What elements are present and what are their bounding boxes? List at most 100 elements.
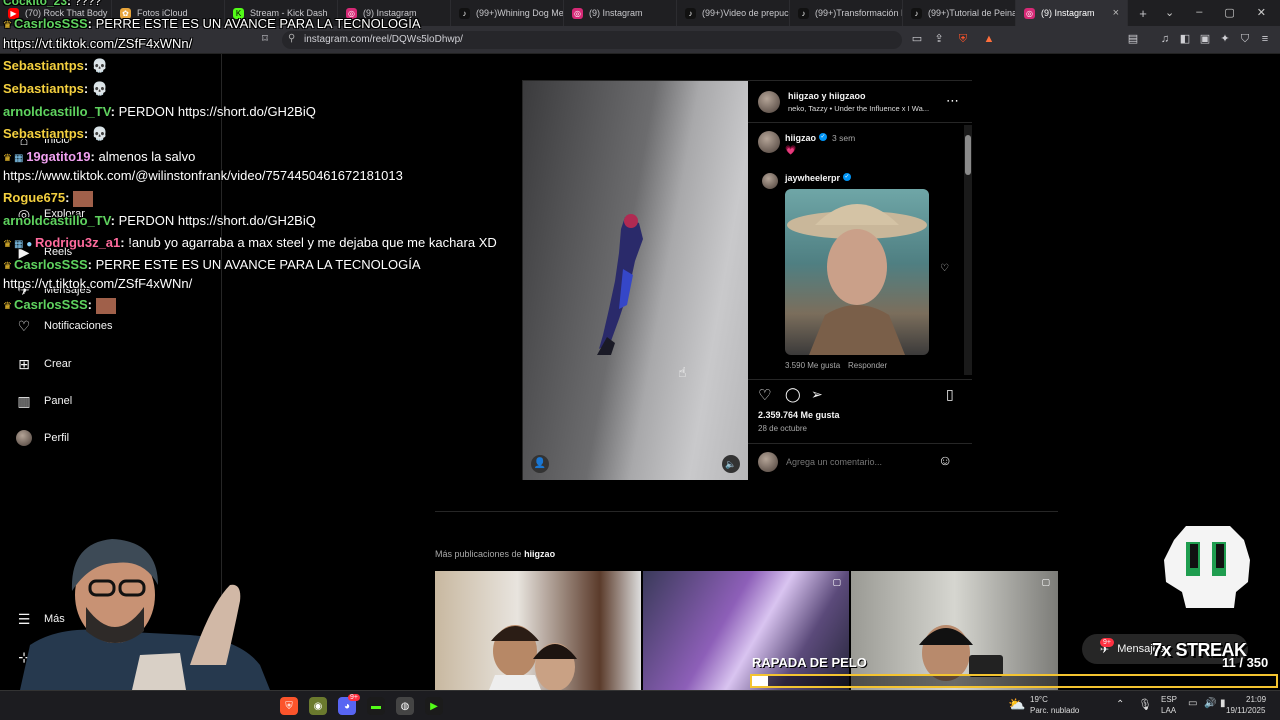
sidebar-item-create[interactable]: ⊞ Crear [16,356,71,372]
likes-count[interactable]: 2.359.764 Me gusta [758,410,840,420]
brave-icon[interactable]: ⛨ [280,697,298,715]
site-info-icon[interactable]: ⚲ [288,33,295,44]
post-header: hiigzao y hiigzaoo neko, Tazzy • Under t… [748,81,972,123]
instagram-icon: ◎ [346,7,357,19]
share-icon[interactable]: ➢ [811,386,823,403]
close-window-icon[interactable]: ✕ [1257,6,1266,19]
emoji-icon[interactable]: ☺ [938,452,952,468]
comment-input[interactable] [786,453,926,471]
webcam-image [20,535,280,690]
like-comment-icon[interactable]: ♡ [940,263,949,274]
user-tag-icon[interactable]: 👤 [531,455,549,473]
more-options-icon[interactable]: ⋯ [946,93,959,109]
sidebar-item-messages[interactable]: ✈ Mensajes [16,282,91,298]
chevron-up-icon[interactable]: ⌃ [1116,699,1124,710]
sidebar-item-explore[interactable]: ◎ Explorar [16,206,85,222]
terminal-icon[interactable]: ▬ [367,697,385,715]
post-side-panel: hiigzao y hiigzaoo neko, Tazzy • Under t… [748,81,972,480]
mute-icon[interactable]: 🔈 [722,455,740,473]
chevron-down-icon[interactable]: ⌄ [1165,6,1174,19]
reply-button[interactable]: Responder [848,361,887,370]
tiktok-icon: ♪ [798,7,809,19]
leo-ai-icon[interactable]: ✦ [1218,32,1232,46]
browser-tab[interactable]: ◎ (9) Instagram [338,0,451,26]
new-tab-button[interactable]: + [1128,0,1158,26]
compass-icon: ◎ [17,205,31,222]
more-posts-user[interactable]: hiigzao [524,549,555,559]
browser-tab[interactable]: ♪ (99+)Transformación F [790,0,903,26]
clock-time[interactable]: 21:09 [1246,695,1266,704]
weather-icon[interactable]: ⛅ [1008,696,1025,713]
home-icon: ⌂ [19,132,29,148]
avatar [758,452,778,472]
panel-icon[interactable]: ◧ [1178,32,1192,46]
tiktok-icon: ♪ [459,7,470,19]
browser-tab[interactable]: ✿ Fotos iCloud [112,0,225,26]
browser-tab[interactable]: ♪ (99+)Video de prepuci [677,0,790,26]
more-post-thumbnail[interactable]: ▢ [643,571,849,690]
music-icon[interactable]: ♫ [1158,32,1172,46]
sidebar-item-home[interactable]: ⌂ Inicio [16,132,70,148]
browser-tab[interactable]: ♪ (99+)Whining Dog Me [451,0,564,26]
heart-icon[interactable]: ♡ [758,386,771,404]
comment-icon[interactable]: ◯ [785,386,801,403]
browser-tab[interactable]: ◎ (9) Instagram [564,0,677,26]
caption-user[interactable]: hiigzao [785,133,816,143]
vpn-icon[interactable]: ⛉ [1238,32,1252,46]
browser-tab-active[interactable]: ◎ (9) Instagram × [1016,0,1128,26]
language-indicator[interactable]: ESP [1161,695,1177,704]
url-field[interactable]: ⚲ instagram.com/reel/DQWs5loDhwp/ [282,31,902,49]
goal-progress-fill [752,676,768,686]
audio-label[interactable]: neko, Tazzy • Under the Influence x I Wa… [788,104,929,113]
skull-emote-image [1156,520,1256,620]
caption-text: 💗 [785,145,797,155]
microphone-icon[interactable]: 🎙 [1138,698,1152,711]
sidebar-item-reels[interactable]: ▶ Reels [16,243,73,260]
volume-icon[interactable]: 🔊 [1204,698,1216,709]
tiktok-icon: ♪ [911,7,922,19]
more-post-thumbnail[interactable]: ▢ [851,571,1058,690]
close-tab-icon[interactable]: × [1113,7,1119,19]
avatar[interactable] [758,131,780,153]
network-icon[interactable]: ▭ [1188,698,1197,709]
kick-icon[interactable]: ▶ [425,697,443,715]
comment-user[interactable]: jaywheelerpr [785,173,840,183]
more-posts-heading: Más publicaciones de hiigzao [435,549,556,559]
caption-time: 3 sem [832,133,856,143]
obs-icon[interactable]: ◍ [396,697,414,715]
avatar[interactable] [762,173,778,189]
maximize-icon[interactable]: ▢ [1224,6,1234,19]
wallet-icon[interactable]: ▣ [1198,32,1212,46]
youtube-icon: ▶ [8,7,19,19]
sidebar-toggle-icon[interactable]: ▤ [1126,32,1140,46]
app-icon[interactable]: ◉ [309,697,327,715]
clock-date[interactable]: 19/11/2025 [1226,706,1265,715]
heart-icon: ♡ [17,317,31,334]
save-icon[interactable]: ▯ [946,386,954,403]
cast-icon[interactable]: ▭ [910,32,924,46]
post-author[interactable]: hiigzao y hiigzaoo [788,91,866,101]
sidebar-item-notifications[interactable]: ♡ Notificaciones [16,317,113,334]
share-icon[interactable]: ⇪ [932,32,946,46]
battery-icon[interactable]: ▮ [1220,698,1226,709]
sidebar-item-profile[interactable]: Perfil [16,430,69,446]
more-post-thumbnail[interactable] [435,571,641,690]
comments-list: hiigzao ✓ 3 sem 💗 jaywheelerpr ✓ ♡ 3.590 [748,123,964,375]
minimize-icon[interactable]: – [1196,6,1202,19]
brave-rewards-icon[interactable]: ▲ [982,32,996,46]
browser-tab[interactable]: ▶ (70) Rock That Body [0,0,112,26]
reels-icon: ▶ [18,243,30,260]
sidebar-item-panel[interactable]: ▥ Panel [16,393,72,409]
reel-video[interactable]: 👤 🔈 [523,81,748,480]
bookmark-icon[interactable]: ⌑ [258,32,272,46]
browser-tab[interactable]: ♪ (99+)Tutorial de Peina [903,0,1016,26]
keyboard-layout[interactable]: LAA [1161,706,1176,715]
avatar-icon [16,430,32,446]
comments-scrollbar[interactable] [964,125,972,375]
verified-badge-icon: ✓ [819,133,827,141]
browser-tab[interactable]: K Stream - Kick Dash [225,0,338,26]
brave-shield-icon[interactable]: ⛨ [956,32,970,46]
icloud-icon: ✿ [120,7,131,19]
avatar[interactable] [758,91,780,113]
menu-icon[interactable]: ≡ [1258,32,1272,46]
